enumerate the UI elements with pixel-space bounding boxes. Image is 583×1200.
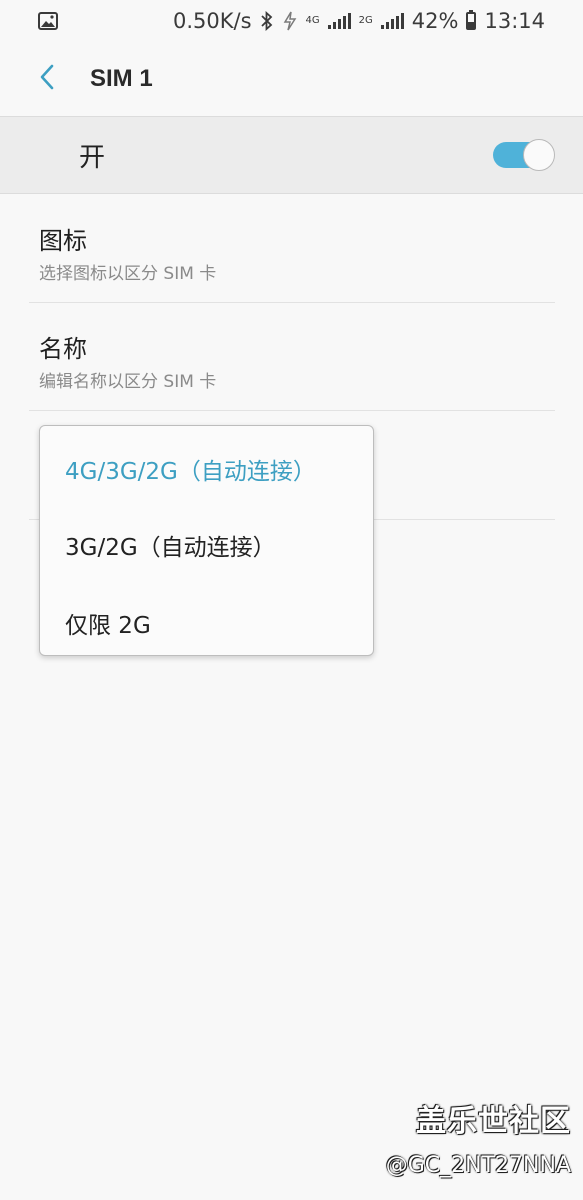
menu-item-4g-3g-2g[interactable]: 4G/3G/2G（自动连接） (65, 452, 316, 486)
watermark-title: 盖乐世社区 (416, 1104, 571, 1139)
network-speed: 0.50K/s (172, 9, 252, 33)
setting-item-name[interactable]: 名称 编辑名称以区分 SIM 卡 (0, 303, 583, 411)
status-left (38, 12, 58, 30)
image-icon (38, 12, 58, 30)
clock: 13:14 (484, 9, 545, 33)
signal-2g-icon: 2G (359, 16, 373, 26)
menu-item-2g-only[interactable]: 仅限 2G (65, 606, 151, 640)
flash-icon (282, 11, 298, 31)
app-header: SIM 1 (0, 42, 583, 116)
page-title: SIM 1 (90, 65, 153, 92)
battery-icon (466, 10, 477, 30)
master-switch-row[interactable]: 开 (0, 116, 583, 194)
network-mode-menu: 4G/3G/2G（自动连接） 3G/2G（自动连接） 仅限 2G (39, 425, 374, 656)
status-right: 0.50K/s 4G 2G 42% 13:14 (173, 9, 545, 33)
setting-title: 名称 (39, 335, 87, 363)
bluetooth-icon (260, 11, 274, 31)
watermark-handle: @GC_2NT27NNA (385, 1153, 571, 1178)
chevron-left-icon (39, 64, 55, 94)
back-button[interactable] (32, 59, 62, 99)
status-bar: 0.50K/s 4G 2G 42% 13:14 (0, 0, 583, 42)
signal-icon-2 (380, 13, 404, 29)
setting-subtitle: 选择图标以区分 SIM 卡 (39, 264, 217, 284)
toggle-knob (523, 139, 555, 171)
network-2g-label: 2G (358, 15, 373, 26)
signal-4g-icon: 4G (306, 16, 320, 26)
setting-item-icon[interactable]: 图标 选择图标以区分 SIM 卡 (0, 195, 583, 303)
menu-item-3g-2g[interactable]: 3G/2G（自动连接） (65, 528, 276, 562)
divider (29, 410, 555, 411)
master-toggle[interactable] (493, 139, 555, 171)
setting-subtitle: 编辑名称以区分 SIM 卡 (39, 372, 217, 392)
battery-level: 42% (411, 9, 459, 33)
master-switch-label: 开 (79, 142, 106, 173)
setting-title: 图标 (39, 227, 87, 255)
signal-icon (327, 13, 351, 29)
network-4g-label: 4G (305, 15, 320, 26)
